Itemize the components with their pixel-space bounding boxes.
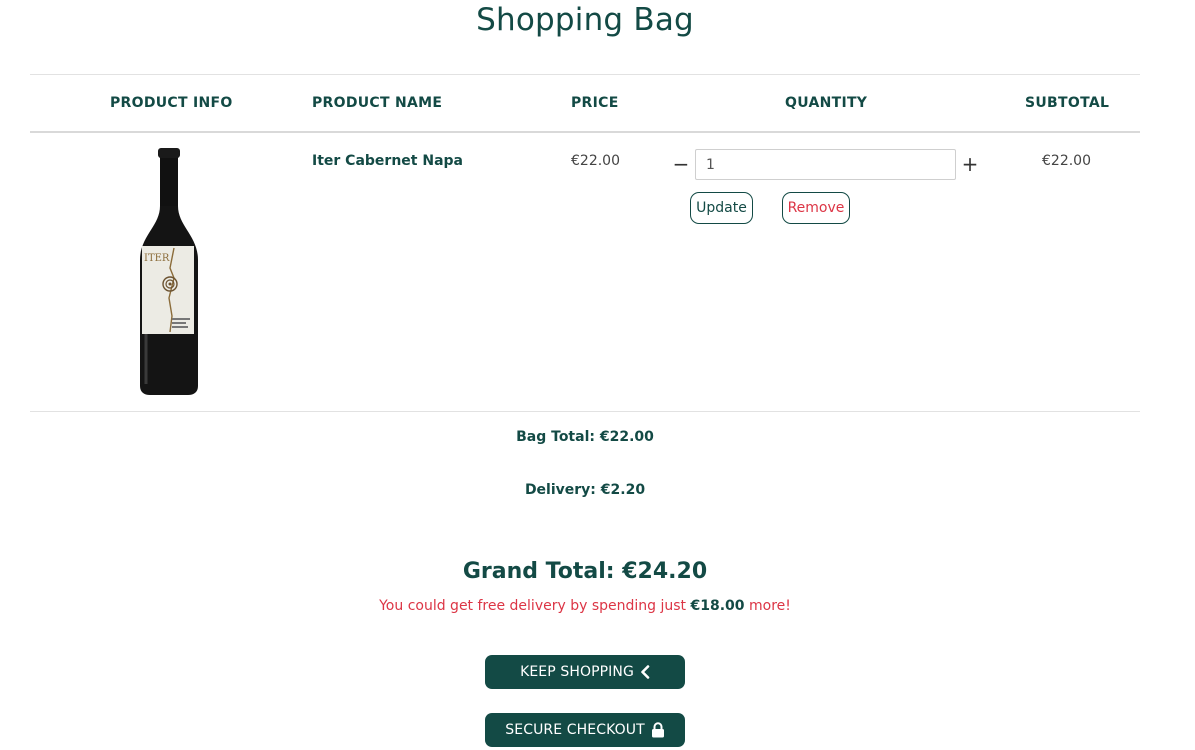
secure-checkout-label: SECURE CHECKOUT xyxy=(505,722,645,738)
free-delivery-suffix: more! xyxy=(748,598,791,614)
bag-total: Bag Total: €22.00 xyxy=(516,429,654,445)
secure-checkout-button[interactable]: SECURE CHECKOUT xyxy=(485,713,685,747)
delivery-cost: Delivery: €2.20 xyxy=(524,482,646,498)
row-subtotal: €22.00 xyxy=(1042,153,1091,169)
header-subtotal: SUBTOTAL xyxy=(1025,95,1110,111)
product-name[interactable]: Iter Cabernet Napa xyxy=(312,153,463,169)
header-product-info: PRODUCT INFO xyxy=(110,95,233,111)
decrement-quantity-button[interactable]: − xyxy=(672,152,690,176)
page-title: Shopping Bag xyxy=(476,2,694,38)
table-header-divider xyxy=(30,131,1140,133)
free-delivery-amount: €18.00 xyxy=(690,598,745,614)
free-delivery-prefix: You could get free delivery by spending … xyxy=(379,598,687,614)
quantity-input[interactable] xyxy=(695,149,956,180)
free-delivery-notice: You could get free delivery by spending … xyxy=(0,598,1170,614)
grand-total: Grand Total: €24.20 xyxy=(462,559,708,584)
wine-bottle-image[interactable]: ITER xyxy=(136,148,202,396)
chevron-left-icon xyxy=(641,665,650,679)
header-product-name: PRODUCT NAME xyxy=(312,95,443,111)
bottle-label-text: ITER xyxy=(144,253,170,264)
table-top-divider xyxy=(30,74,1140,75)
header-price: PRICE xyxy=(571,95,619,111)
lock-icon xyxy=(651,722,664,738)
keep-shopping-label: KEEP SHOPPING xyxy=(520,664,634,680)
table-bottom-divider xyxy=(30,411,1140,412)
product-price: €22.00 xyxy=(571,153,620,169)
update-button[interactable]: Update xyxy=(690,192,753,224)
keep-shopping-button[interactable]: KEEP SHOPPING xyxy=(485,655,685,689)
remove-button[interactable]: Remove xyxy=(782,192,850,224)
increment-quantity-button[interactable]: + xyxy=(961,152,979,176)
header-quantity: QUANTITY xyxy=(785,95,868,111)
